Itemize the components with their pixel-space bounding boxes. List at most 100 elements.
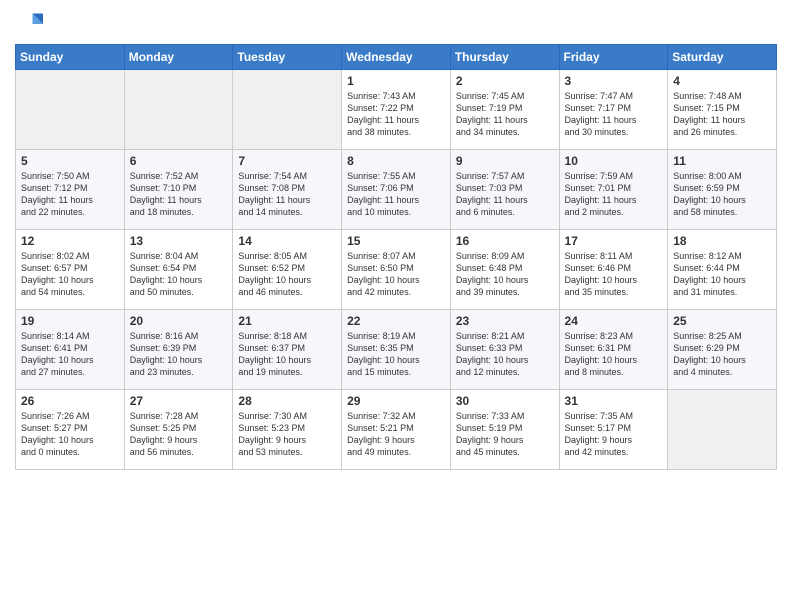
day-number: 9: [456, 154, 554, 168]
day-number: 21: [238, 314, 336, 328]
day-number: 20: [130, 314, 228, 328]
calendar-cell: 16 Sunrise: 8:09 AMSunset: 6:48 PMDayligh…: [450, 230, 559, 310]
calendar-week-row: 19 Sunrise: 8:14 AMSunset: 6:41 PMDayligh…: [16, 310, 777, 390]
cell-content: Sunrise: 8:00 AMSunset: 6:59 PMDaylight:…: [673, 170, 771, 219]
calendar-cell: 28 Sunrise: 7:30 AMSunset: 5:23 PMDayligh…: [233, 390, 342, 470]
day-number: 10: [565, 154, 663, 168]
calendar-cell: [668, 390, 777, 470]
day-number: 13: [130, 234, 228, 248]
day-number: 3: [565, 74, 663, 88]
weekday-header-saturday: Saturday: [668, 45, 777, 70]
cell-content: Sunrise: 7:57 AMSunset: 7:03 PMDaylight:…: [456, 170, 554, 219]
calendar-cell: 7Sunrise: 7:54 AMSunset: 7:08 PMDaylight…: [233, 150, 342, 230]
calendar-cell: [233, 70, 342, 150]
calendar-cell: 1 Sunrise: 7:43 AMSunset: 7:22 PMDaylight…: [342, 70, 451, 150]
calendar-cell: 18Sunrise: 8:12 AMSunset: 6:44 PMDayligh…: [668, 230, 777, 310]
calendar-cell: 11 Sunrise: 8:00 AMSunset: 6:59 PMDayligh…: [668, 150, 777, 230]
calendar-cell: 24 Sunrise: 8:23 AMSunset: 6:31 PMDayligh…: [559, 310, 668, 390]
cell-content: Sunrise: 7:47 AMSunset: 7:17 PMDaylight:…: [565, 90, 663, 139]
calendar-cell: 4 Sunrise: 7:48 AMSunset: 7:15 PMDaylight…: [668, 70, 777, 150]
calendar-week-row: 12 Sunrise: 8:02 AMSunset: 6:57 PMDayligh…: [16, 230, 777, 310]
day-number: 11: [673, 154, 771, 168]
calendar-cell: 17 Sunrise: 8:11 AMSunset: 6:46 PMDayligh…: [559, 230, 668, 310]
calendar-cell: 30Sunrise: 7:33 AMSunset: 5:19 PMDayligh…: [450, 390, 559, 470]
day-number: 2: [456, 74, 554, 88]
cell-content: Sunrise: 7:55 AMSunset: 7:06 PMDaylight:…: [347, 170, 445, 219]
calendar-cell: 15Sunrise: 8:07 AMSunset: 6:50 PMDayligh…: [342, 230, 451, 310]
cell-content: Sunrise: 8:07 AMSunset: 6:50 PMDaylight:…: [347, 250, 445, 299]
calendar-cell: 23 Sunrise: 8:21 AMSunset: 6:33 PMDayligh…: [450, 310, 559, 390]
calendar-cell: [124, 70, 233, 150]
cell-content: Sunrise: 8:04 AMSunset: 6:54 PMDaylight:…: [130, 250, 228, 299]
day-number: 12: [21, 234, 119, 248]
day-number: 29: [347, 394, 445, 408]
cell-content: Sunrise: 8:09 AMSunset: 6:48 PMDaylight:…: [456, 250, 554, 299]
calendar-cell: 25 Sunrise: 8:25 AMSunset: 6:29 PMDayligh…: [668, 310, 777, 390]
calendar-cell: 12 Sunrise: 8:02 AMSunset: 6:57 PMDayligh…: [16, 230, 125, 310]
calendar-cell: 27 Sunrise: 7:28 AMSunset: 5:25 PMDayligh…: [124, 390, 233, 470]
day-number: 30: [456, 394, 554, 408]
day-number: 28: [238, 394, 336, 408]
day-number: 1: [347, 74, 445, 88]
day-number: 26: [21, 394, 119, 408]
cell-content: Sunrise: 8:02 AMSunset: 6:57 PMDaylight:…: [21, 250, 119, 299]
cell-content: Sunrise: 7:48 AMSunset: 7:15 PMDaylight:…: [673, 90, 771, 139]
day-number: 22: [347, 314, 445, 328]
calendar-cell: 10 Sunrise: 7:59 AMSunset: 7:01 PMDayligh…: [559, 150, 668, 230]
calendar-cell: 2Sunrise: 7:45 AMSunset: 7:19 PMDaylight…: [450, 70, 559, 150]
day-number: 14: [238, 234, 336, 248]
cell-content: Sunrise: 7:43 AMSunset: 7:22 PMDaylight:…: [347, 90, 445, 139]
day-number: 8: [347, 154, 445, 168]
cell-content: Sunrise: 7:26 AMSunset: 5:27 PMDaylight:…: [21, 410, 119, 459]
cell-content: Sunrise: 7:32 AMSunset: 5:21 PMDaylight:…: [347, 410, 445, 459]
calendar-cell: 3 Sunrise: 7:47 AMSunset: 7:17 PMDaylight…: [559, 70, 668, 150]
day-number: 23: [456, 314, 554, 328]
calendar-cell: 9 Sunrise: 7:57 AMSunset: 7:03 PMDaylight…: [450, 150, 559, 230]
day-number: 19: [21, 314, 119, 328]
calendar-cell: 29 Sunrise: 7:32 AMSunset: 5:21 PMDayligh…: [342, 390, 451, 470]
calendar-cell: 13 Sunrise: 8:04 AMSunset: 6:54 PMDayligh…: [124, 230, 233, 310]
cell-content: Sunrise: 8:23 AMSunset: 6:31 PMDaylight:…: [565, 330, 663, 379]
cell-content: Sunrise: 7:59 AMSunset: 7:01 PMDaylight:…: [565, 170, 663, 219]
calendar-cell: 26 Sunrise: 7:26 AMSunset: 5:27 PMDayligh…: [16, 390, 125, 470]
cell-content: Sunrise: 7:30 AMSunset: 5:23 PMDaylight:…: [238, 410, 336, 459]
weekday-header-row: SundayMondayTuesdayWednesdayThursdayFrid…: [16, 45, 777, 70]
calendar-cell: 14 Sunrise: 8:05 AMSunset: 6:52 PMDayligh…: [233, 230, 342, 310]
calendar-cell: 22Sunrise: 8:19 AMSunset: 6:35 PMDayligh…: [342, 310, 451, 390]
day-number: 18: [673, 234, 771, 248]
day-number: 4: [673, 74, 771, 88]
calendar-cell: 21Sunrise: 8:18 AMSunset: 6:37 PMDayligh…: [233, 310, 342, 390]
cell-content: Sunrise: 7:35 AMSunset: 5:17 PMDaylight:…: [565, 410, 663, 459]
calendar-week-row: 26 Sunrise: 7:26 AMSunset: 5:27 PMDayligh…: [16, 390, 777, 470]
cell-content: Sunrise: 8:11 AMSunset: 6:46 PMDaylight:…: [565, 250, 663, 299]
cell-content: Sunrise: 7:50 AMSunset: 7:12 PMDaylight:…: [21, 170, 119, 219]
cell-content: Sunrise: 8:25 AMSunset: 6:29 PMDaylight:…: [673, 330, 771, 379]
weekday-header-wednesday: Wednesday: [342, 45, 451, 70]
weekday-header-thursday: Thursday: [450, 45, 559, 70]
calendar-cell: 20 Sunrise: 8:16 AMSunset: 6:39 PMDayligh…: [124, 310, 233, 390]
cell-content: Sunrise: 7:52 AMSunset: 7:10 PMDaylight:…: [130, 170, 228, 219]
calendar-cell: 5Sunrise: 7:50 AMSunset: 7:12 PMDaylight…: [16, 150, 125, 230]
weekday-header-monday: Monday: [124, 45, 233, 70]
calendar-cell: 31 Sunrise: 7:35 AMSunset: 5:17 PMDayligh…: [559, 390, 668, 470]
day-number: 27: [130, 394, 228, 408]
calendar-week-row: 5Sunrise: 7:50 AMSunset: 7:12 PMDaylight…: [16, 150, 777, 230]
calendar-cell: 8 Sunrise: 7:55 AMSunset: 7:06 PMDaylight…: [342, 150, 451, 230]
weekday-header-sunday: Sunday: [16, 45, 125, 70]
cell-content: Sunrise: 8:16 AMSunset: 6:39 PMDaylight:…: [130, 330, 228, 379]
weekday-header-tuesday: Tuesday: [233, 45, 342, 70]
calendar-table: SundayMondayTuesdayWednesdayThursdayFrid…: [15, 44, 777, 470]
calendar-week-row: 1 Sunrise: 7:43 AMSunset: 7:22 PMDaylight…: [16, 70, 777, 150]
cell-content: Sunrise: 8:14 AMSunset: 6:41 PMDaylight:…: [21, 330, 119, 379]
day-number: 17: [565, 234, 663, 248]
day-number: 16: [456, 234, 554, 248]
cell-content: Sunrise: 8:21 AMSunset: 6:33 PMDaylight:…: [456, 330, 554, 379]
day-number: 31: [565, 394, 663, 408]
day-number: 24: [565, 314, 663, 328]
day-number: 25: [673, 314, 771, 328]
cell-content: Sunrise: 7:28 AMSunset: 5:25 PMDaylight:…: [130, 410, 228, 459]
cell-content: Sunrise: 8:05 AMSunset: 6:52 PMDaylight:…: [238, 250, 336, 299]
page: SundayMondayTuesdayWednesdayThursdayFrid…: [0, 0, 792, 612]
day-number: 7: [238, 154, 336, 168]
logo: [15, 10, 47, 38]
